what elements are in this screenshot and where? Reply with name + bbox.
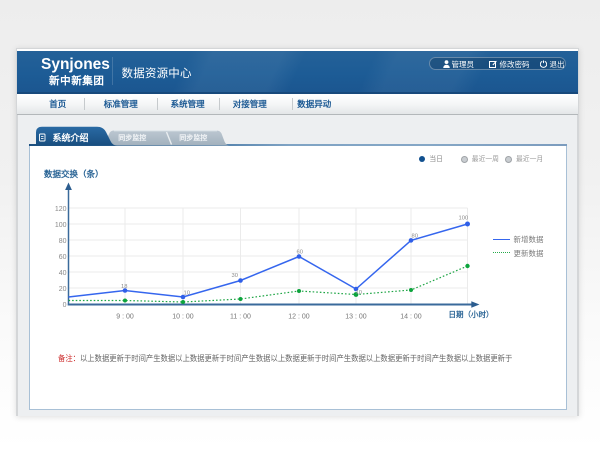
svg-text:80: 80 bbox=[412, 234, 418, 240]
svg-text:0: 0 bbox=[63, 302, 67, 309]
svg-text:100: 100 bbox=[55, 222, 67, 229]
svg-text:10: 10 bbox=[184, 291, 190, 297]
svg-text:80: 80 bbox=[59, 238, 67, 245]
svg-text:11 : 00: 11 : 00 bbox=[230, 313, 251, 320]
svg-text:40: 40 bbox=[59, 270, 67, 277]
svg-text:60: 60 bbox=[59, 254, 67, 261]
svg-text:18: 18 bbox=[121, 284, 127, 290]
svg-text:9 : 00: 9 : 00 bbox=[116, 313, 134, 320]
svg-text:20: 20 bbox=[59, 286, 67, 293]
svg-text:13 : 00: 13 : 00 bbox=[345, 313, 367, 320]
svg-text:10: 10 bbox=[356, 290, 362, 296]
svg-text:12 : 00: 12 : 00 bbox=[288, 313, 310, 320]
svg-text:60: 60 bbox=[297, 250, 303, 256]
svg-text:120: 120 bbox=[55, 206, 67, 213]
svg-text:100: 100 bbox=[459, 216, 469, 222]
svg-text:14 : 00: 14 : 00 bbox=[400, 313, 422, 320]
svg-text:10 : 00: 10 : 00 bbox=[172, 313, 194, 320]
svg-text:30: 30 bbox=[232, 273, 238, 279]
